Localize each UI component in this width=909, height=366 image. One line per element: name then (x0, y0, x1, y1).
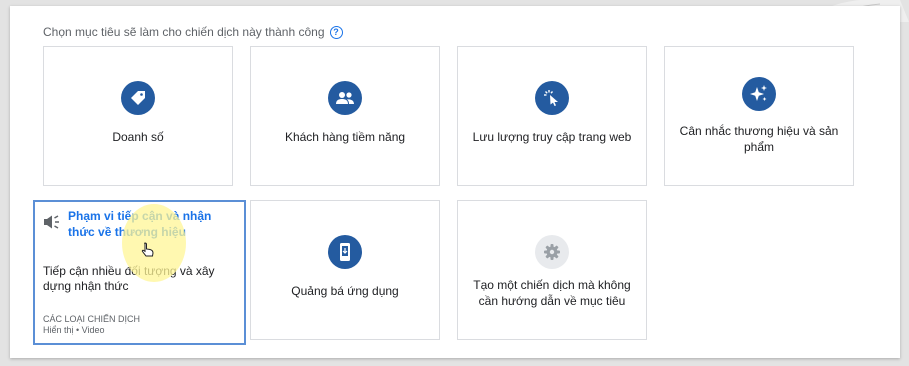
campaign-types: CÁC LOẠI CHIẾN DỊCH Hiển thị • Video (43, 314, 140, 336)
goal-selection-panel: Chọn mục tiêu sẽ làm cho chiến dịch này … (10, 6, 900, 358)
people-icon (328, 81, 362, 115)
goal-card-brand-consideration[interactable]: Cân nhắc thương hiệu và sản phẩm (664, 46, 854, 186)
goal-card-label: Cân nhắc thương hiệu và sản phẩm (679, 124, 839, 154)
goal-card-leads[interactable]: Khách hàng tiềm năng (250, 46, 440, 186)
goal-card-label: Quảng bá ứng dụng (291, 284, 399, 298)
sparkle-icon (742, 77, 776, 111)
goal-card-label: Tạo một chiến dịch mà không cần hướng dẫ… (473, 278, 631, 308)
tag-icon (121, 81, 155, 115)
hand-cursor-icon (141, 242, 154, 257)
mobile-app-icon (328, 235, 362, 269)
goal-card-no-goal[interactable]: Tạo một chiến dịch mà không cần hướng dẫ… (457, 200, 647, 340)
campaign-types-value: Hiển thị • Video (43, 325, 105, 335)
campaign-types-label: CÁC LOẠI CHIẾN DỊCH (43, 314, 141, 324)
goal-card-sales[interactable]: Doanh số (43, 46, 233, 186)
goal-card-label: Lưu lượng truy cập trang web (472, 130, 632, 144)
goal-heading-text: Chọn mục tiêu sẽ làm cho chiến dịch này … (43, 25, 325, 39)
goal-card-app-promotion[interactable]: Quảng bá ứng dụng (250, 200, 440, 340)
goal-card-website-traffic[interactable]: Lưu lượng truy cập trang web (457, 46, 647, 186)
cursor-click-icon (535, 81, 569, 115)
goal-heading: Chọn mục tiêu sẽ làm cho chiến dịch này … (43, 25, 343, 39)
goal-card-label: Doanh số (112, 130, 164, 144)
gear-icon (535, 235, 569, 269)
goal-card-label: Khách hàng tiềm năng (284, 130, 406, 144)
megaphone-icon (43, 214, 61, 235)
help-circle-icon[interactable]: ? (329, 25, 343, 39)
